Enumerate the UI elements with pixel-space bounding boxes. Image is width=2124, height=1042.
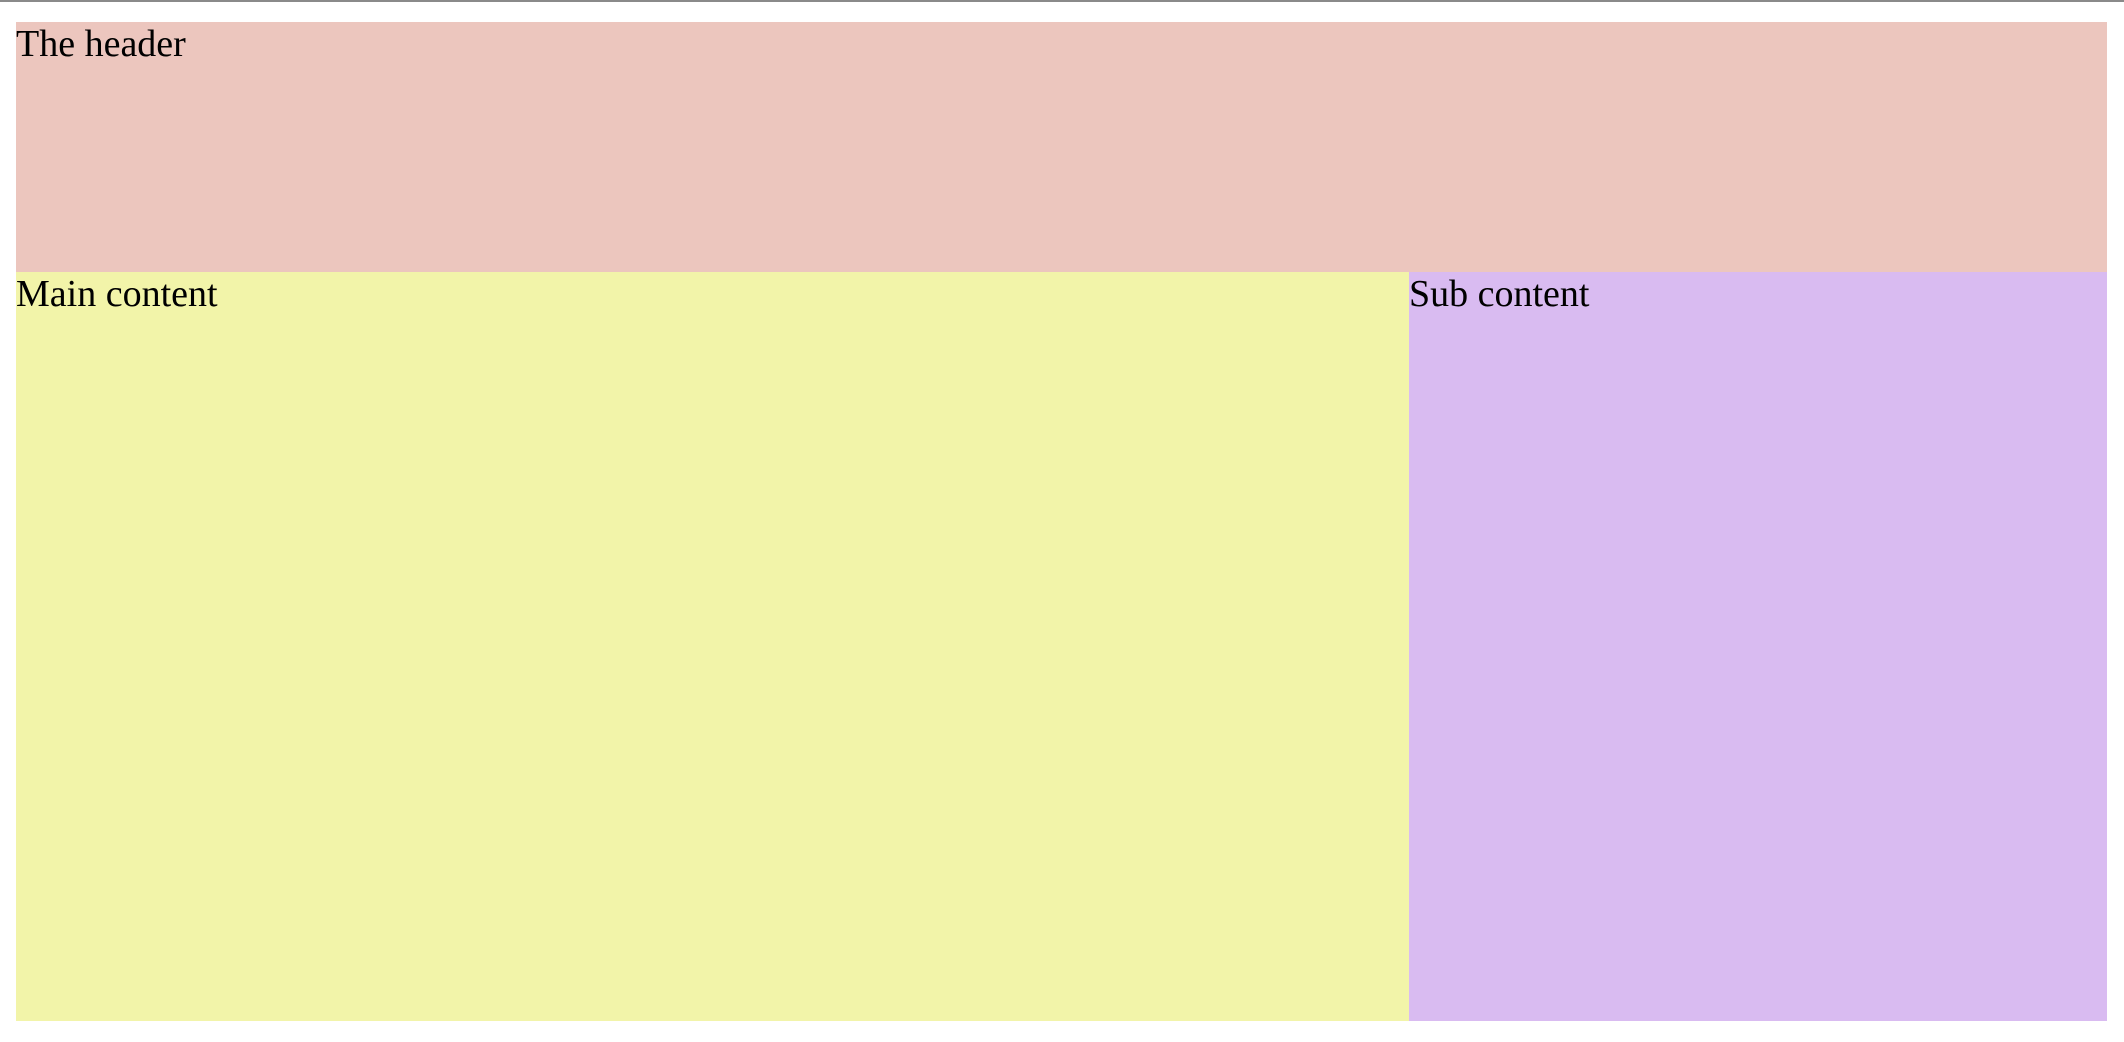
main-content-region: Main content bbox=[16, 272, 1409, 1021]
header-region: The header bbox=[16, 22, 2107, 272]
page-layout: The header Main content Sub content bbox=[16, 22, 2107, 1021]
top-border-line bbox=[0, 0, 2124, 2]
sub-content-region: Sub content bbox=[1409, 272, 2107, 1021]
